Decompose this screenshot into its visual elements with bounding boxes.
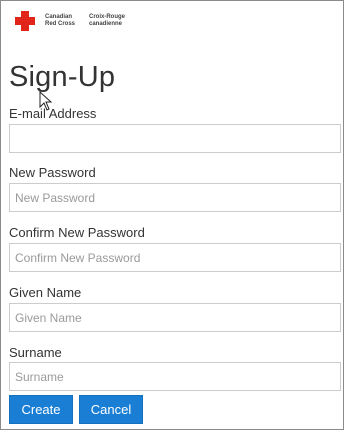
given-name-field[interactable]: [9, 303, 341, 332]
logo-text-en: Canadian Red Cross: [45, 14, 76, 27]
confirm-password-label: Confirm New Password: [9, 225, 145, 240]
red-cross-logo: Canadian Red Cross Croix-Rouge canadienn…: [14, 10, 133, 32]
new-password-label: New Password: [9, 165, 96, 180]
confirm-password-field[interactable]: [9, 243, 341, 272]
email-label: E-mail Address: [9, 106, 97, 121]
signup-window: Canadian Red Cross Croix-Rouge canadienn…: [0, 0, 344, 430]
surname-label: Surname: [9, 345, 62, 360]
red-cross-icon: [14, 10, 36, 32]
new-password-field[interactable]: [9, 183, 341, 212]
email-field[interactable]: [9, 124, 341, 153]
create-button[interactable]: Create: [9, 395, 73, 424]
logo-text-fr: Croix-Rouge canadienne: [89, 14, 125, 27]
surname-field[interactable]: [9, 362, 341, 391]
cancel-button[interactable]: Cancel: [79, 395, 143, 424]
page-title: Sign-Up: [9, 61, 116, 93]
given-name-label: Given Name: [9, 285, 82, 300]
